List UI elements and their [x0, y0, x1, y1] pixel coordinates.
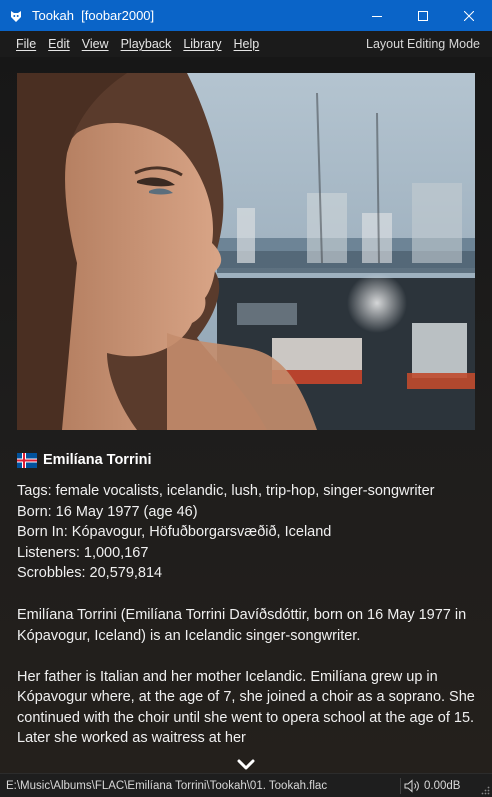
- volume-level: 0.00dB: [424, 780, 461, 792]
- artist-photo: [17, 73, 475, 430]
- iceland-flag-icon: [17, 452, 37, 468]
- foobar-app-icon[interactable]: [9, 9, 23, 23]
- menu-playback[interactable]: Playback: [115, 31, 178, 57]
- resize-grip-icon[interactable]: [480, 785, 490, 795]
- minimize-icon: [372, 15, 382, 17]
- artist-born: Born: 16 May 1977 (age 46): [17, 503, 198, 520]
- artist-listeners: Listeners: 1,000,167: [17, 544, 149, 561]
- window-title: Tookah [foobar2000]: [32, 8, 155, 23]
- artist-bio-panel[interactable]: Emilíana Torrini Tags: female vocalists,…: [0, 57, 492, 773]
- status-divider: [400, 778, 401, 794]
- menu-help[interactable]: Help: [228, 31, 266, 57]
- artist-name: Emilíana Torrini: [43, 452, 152, 468]
- maximize-icon: [418, 10, 428, 21]
- title-bar[interactable]: Tookah [foobar2000]: [0, 0, 492, 31]
- artist-scrobbles: Scrobbles: 20,579,814: [17, 565, 163, 581]
- chevron-down-icon[interactable]: [237, 759, 255, 771]
- status-bar: E:\Music\Albums\FLAC\Emilíana Torrini\To…: [0, 773, 492, 797]
- menu-bar: File Edit View Playback Library Help Lay…: [0, 31, 492, 57]
- artist-tags: Tags: female vocalists, icelandic, lush,…: [17, 483, 435, 499]
- bio-paragraph-1: Emilíana Torrini (Emilíana Torrini Davíð…: [17, 607, 467, 644]
- bio-paragraph-2: Her father is Italian and her mother Ice…: [17, 668, 475, 747]
- menu-library[interactable]: Library: [177, 31, 227, 57]
- menu-edit[interactable]: Edit: [42, 31, 76, 57]
- artist-info: Tags: female vocalists, icelandic, lush,…: [17, 481, 487, 584]
- volume-control[interactable]: 0.00dB: [404, 774, 460, 797]
- close-button[interactable]: [446, 0, 492, 31]
- menu-view[interactable]: View: [76, 31, 115, 57]
- minimize-button[interactable]: [354, 0, 400, 31]
- layout-editing-mode-label[interactable]: Layout Editing Mode: [366, 31, 480, 57]
- maximize-button[interactable]: [400, 0, 446, 31]
- menu-file[interactable]: File: [10, 31, 42, 57]
- speaker-icon: [404, 779, 419, 793]
- status-file-path: E:\Music\Albums\FLAC\Emilíana Torrini\To…: [6, 779, 328, 792]
- artist-biography: Emilíana Torrini (Emilíana Torrini Davíð…: [17, 605, 477, 769]
- close-icon: [464, 10, 474, 21]
- artist-header: Emilíana Torrini: [17, 452, 152, 468]
- artist-born-in: Born In: Kópavogur, Höfuðborgarsvæðið, I…: [17, 524, 332, 540]
